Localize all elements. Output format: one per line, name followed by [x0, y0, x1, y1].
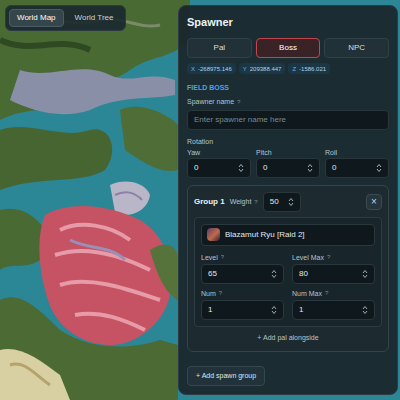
- map-tab[interactable]: World Map: [9, 9, 64, 27]
- spawner-tab[interactable]: Pal: [187, 38, 252, 58]
- stepper-icon[interactable]: [307, 163, 313, 173]
- add-group-wrap: + Add spawn group: [187, 366, 265, 386]
- coordinates: X-268975.146Y209388.447Z-1586.021: [187, 63, 389, 74]
- number-value: 65: [208, 270, 217, 278]
- spawner-name-field: Spawner name?: [187, 98, 389, 130]
- field-label: Spawner name?: [187, 98, 389, 105]
- pal-select[interactable]: Blazamut Ryu [Raid 2]: [201, 224, 375, 246]
- group-header: Group 1 Weight? 50 ×: [194, 192, 382, 212]
- label-text: Roll: [325, 149, 337, 156]
- number-value: 0: [194, 164, 198, 172]
- stepper-icon[interactable]: [362, 269, 368, 279]
- label-text: Num: [201, 290, 216, 297]
- label-text: Level: [201, 254, 218, 261]
- number-value: 0: [263, 164, 267, 172]
- pal-icon: [207, 228, 220, 241]
- number-value: 1: [208, 306, 212, 314]
- stepper-icon[interactable]: [376, 163, 382, 173]
- add-pal-button[interactable]: + Add pal alongside: [257, 334, 318, 341]
- rotation-field: Roll 0: [325, 149, 389, 178]
- map-tab[interactable]: World Tree: [67, 9, 122, 27]
- pal-name: Blazamut Ryu [Raid 2]: [225, 231, 305, 239]
- coordinate-chip: X-268975.146: [187, 63, 236, 74]
- help-icon[interactable]: ?: [237, 99, 240, 105]
- pal-field: Num Max? 1: [292, 290, 375, 320]
- number-input[interactable]: 0: [256, 158, 320, 178]
- label-text: Num Max: [292, 290, 322, 297]
- axis-value: -1586.021: [299, 66, 326, 72]
- stepper-icon[interactable]: [271, 269, 277, 279]
- label-text: Weight: [230, 198, 252, 205]
- number-value: 1: [299, 306, 303, 314]
- label-text: Yaw: [187, 149, 200, 156]
- add-pal-row: + Add pal alongside: [194, 327, 382, 349]
- coordinate-chip: Y209388.447: [239, 63, 286, 74]
- rotation-label: Rotation: [187, 138, 389, 145]
- rotation-field: Pitch 0: [256, 149, 320, 178]
- coordinate-chip: Z-1586.021: [288, 63, 330, 74]
- axis-label: X: [191, 66, 195, 72]
- axis-label: Y: [243, 66, 247, 72]
- axis-value: 209388.447: [250, 66, 282, 72]
- help-icon[interactable]: ?: [327, 254, 330, 260]
- section-title: FIELD BOSS: [187, 84, 389, 91]
- axis-value: -268975.146: [198, 66, 232, 72]
- spawner-panel: SpawnerPalBossNPCX-268975.146Y209388.447…: [178, 5, 398, 395]
- label-text: Level Max: [292, 254, 324, 261]
- spawner-tab[interactable]: NPC: [324, 38, 389, 58]
- label-text: Pitch: [256, 149, 272, 156]
- pal-field: Num? 1: [201, 290, 284, 320]
- add-spawn-group-button[interactable]: + Add spawn group: [187, 366, 265, 386]
- number-input[interactable]: 80: [292, 264, 375, 284]
- field-label: Pitch: [256, 149, 320, 156]
- help-icon[interactable]: ?: [221, 254, 224, 260]
- field-label: Level?: [201, 254, 284, 261]
- spawn-group-card: Group 1 Weight? 50 × Blazamut Ryu [Raid 2] Le…: [187, 185, 389, 352]
- spawner-tab[interactable]: Boss: [256, 38, 321, 58]
- field-label: Level Max?: [292, 254, 375, 261]
- number-value: 80: [299, 270, 308, 278]
- rotation-fields: Yaw 0 Pitch 0 Roll 0: [187, 149, 389, 178]
- rotation-field: Yaw 0: [187, 149, 251, 178]
- stepper-icon[interactable]: [238, 163, 244, 173]
- stepper-icon[interactable]: [271, 305, 277, 315]
- help-icon[interactable]: ?: [325, 290, 328, 296]
- number-input[interactable]: 0: [325, 158, 389, 178]
- pal-fields: Level? 65 Level Max? 80 Num? 1 Num Max? 1: [201, 254, 375, 320]
- field-label: Num Max?: [292, 290, 375, 297]
- spawner-name-input[interactable]: [187, 110, 389, 130]
- weight-label: Weight?: [230, 198, 258, 205]
- number-input[interactable]: 0: [187, 158, 251, 178]
- pal-field: Level Max? 80: [292, 254, 375, 284]
- stepper-icon[interactable]: [362, 305, 368, 315]
- help-icon[interactable]: ?: [254, 199, 257, 205]
- field-label: Roll: [325, 149, 389, 156]
- panel-title: Spawner: [187, 17, 389, 28]
- number-value: 0: [332, 164, 336, 172]
- number-input[interactable]: 65: [201, 264, 284, 284]
- pal-entry: Blazamut Ryu [Raid 2] Level? 65 Level Max? 8…: [194, 217, 382, 327]
- field-label: Num?: [201, 290, 284, 297]
- map-tabs: World MapWorld Tree: [5, 5, 126, 31]
- pal-field: Level? 65: [201, 254, 284, 284]
- field-label: Yaw: [187, 149, 251, 156]
- number-input[interactable]: 1: [201, 300, 284, 320]
- close-group-button[interactable]: ×: [366, 194, 382, 210]
- help-icon[interactable]: ?: [219, 290, 222, 296]
- number-input[interactable]: 50: [263, 192, 301, 212]
- number-input[interactable]: 1: [292, 300, 375, 320]
- app: World MapWorld Tree Spawner PalBossNPC X-2…: [0, 0, 400, 400]
- number-value: 50: [270, 198, 279, 206]
- spawner-tabs: PalBossNPC: [187, 38, 389, 58]
- axis-label: Z: [292, 66, 296, 72]
- stepper-icon[interactable]: [288, 197, 294, 207]
- label-text: Spawner name: [187, 98, 234, 105]
- group-title: Group 1: [194, 198, 225, 206]
